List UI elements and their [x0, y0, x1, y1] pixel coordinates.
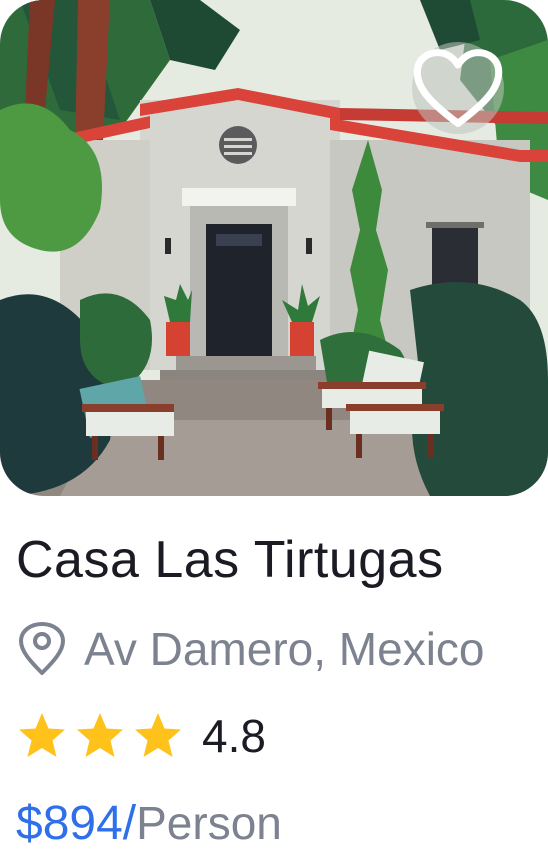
- listing-price: $894 / Person: [16, 796, 282, 854]
- rating-value: 4.8: [202, 710, 266, 762]
- listing-location: Av Damero, Mexico: [16, 620, 485, 678]
- price-separator: /: [122, 797, 137, 850]
- favorite-button[interactable]: [412, 42, 504, 134]
- listing-rating: 4.8: [16, 706, 266, 766]
- heart-outline-icon: [413, 49, 503, 127]
- price-amount: $894: [16, 797, 123, 850]
- star-icon: [135, 713, 181, 757]
- listing-title: Casa Las Tirtugas: [16, 531, 444, 589]
- star-icon: [19, 713, 65, 757]
- listing-photo[interactable]: [0, 0, 548, 496]
- price-unit: Person: [136, 797, 282, 849]
- listing-card[interactable]: Casa Las Tirtugas Av Damero, Mexico 4.8 …: [0, 0, 548, 856]
- map-pin-icon: [19, 622, 65, 675]
- star-icon: [77, 713, 123, 757]
- location-text: Av Damero, Mexico: [84, 623, 485, 675]
